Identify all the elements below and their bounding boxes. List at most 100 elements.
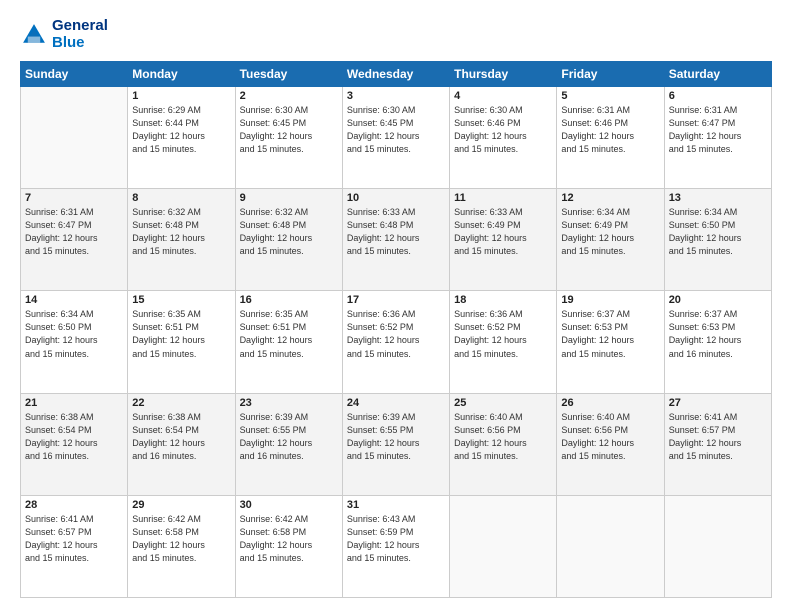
day-info: Sunrise: 6:37 AM Sunset: 6:53 PM Dayligh… <box>669 308 767 360</box>
day-number: 1 <box>132 90 230 102</box>
day-number: 12 <box>561 192 659 204</box>
day-info: Sunrise: 6:32 AM Sunset: 6:48 PM Dayligh… <box>132 206 230 258</box>
day-number: 10 <box>347 192 445 204</box>
day-info: Sunrise: 6:34 AM Sunset: 6:50 PM Dayligh… <box>669 206 767 258</box>
day-number: 11 <box>454 192 552 204</box>
calendar-cell: 13Sunrise: 6:34 AM Sunset: 6:50 PM Dayli… <box>664 189 771 291</box>
calendar-cell: 15Sunrise: 6:35 AM Sunset: 6:51 PM Dayli… <box>128 291 235 393</box>
day-number: 24 <box>347 397 445 409</box>
calendar-cell: 28 Sunrise: 6:41 AM Sunset: 6:57 PM Dayli… <box>21 495 128 597</box>
day-number: 29 <box>132 499 230 511</box>
calendar-cell: 27 Sunrise: 6:41 AM Sunset: 6:57 PM Dayli… <box>664 393 771 495</box>
day-info: Sunrise: 6:30 AM Sunset: 6:45 PM Dayligh… <box>240 104 338 156</box>
weekday-header-monday: Monday <box>128 62 235 87</box>
calendar-cell: 29 Sunrise: 6:42 AM Sunset: 6:58 PM Dayli… <box>128 495 235 597</box>
day-info: Sunrise: 6:29 AM Sunset: 6:44 PM Dayligh… <box>132 104 230 156</box>
day-number: 8 <box>132 192 230 204</box>
day-info: Sunrise: 6:40 AM Sunset: 6:56 PM Dayligh… <box>561 411 659 463</box>
day-info: Sunrise: 6:32 AM Sunset: 6:48 PM Dayligh… <box>240 206 338 258</box>
day-number: 16 <box>240 294 338 306</box>
day-info: Sunrise: 6:30 AM Sunset: 6:45 PM Dayligh… <box>347 104 445 156</box>
weekday-header-sunday: Sunday <box>21 62 128 87</box>
day-info: Sunrise: 6:42 AM Sunset: 6:58 PM Dayligh… <box>240 513 338 565</box>
day-number: 6 <box>669 90 767 102</box>
day-info: Sunrise: 6:36 AM Sunset: 6:52 PM Dayligh… <box>347 308 445 360</box>
page: General Blue SundayMondayTuesdayWednesda… <box>0 0 792 612</box>
week-row-5: 28 Sunrise: 6:41 AM Sunset: 6:57 PM Dayli… <box>21 495 772 597</box>
day-number: 9 <box>240 192 338 204</box>
day-info: Sunrise: 6:31 AM Sunset: 6:46 PM Dayligh… <box>561 104 659 156</box>
day-info: Sunrise: 6:39 AM Sunset: 6:55 PM Dayligh… <box>240 411 338 463</box>
day-number: 7 <box>25 192 123 204</box>
day-info: Sunrise: 6:40 AM Sunset: 6:56 PM Dayligh… <box>454 411 552 463</box>
calendar-cell: 22 Sunrise: 6:38 AM Sunset: 6:54 PM Dayli… <box>128 393 235 495</box>
weekday-header-wednesday: Wednesday <box>342 62 449 87</box>
calendar-cell: 31Sunrise: 6:43 AM Sunset: 6:59 PM Dayli… <box>342 495 449 597</box>
day-info: Sunrise: 6:41 AM Sunset: 6:57 PM Dayligh… <box>25 513 123 565</box>
day-info: Sunrise: 6:34 AM Sunset: 6:50 PM Dayligh… <box>25 308 123 360</box>
calendar-cell: 4Sunrise: 6:30 AM Sunset: 6:46 PM Daylig… <box>450 87 557 189</box>
calendar-cell: 6 Sunrise: 6:31 AM Sunset: 6:47 PM Daylig… <box>664 87 771 189</box>
logo-icon <box>20 21 48 49</box>
day-number: 27 <box>669 397 767 409</box>
calendar-cell <box>21 87 128 189</box>
calendar-cell: 14 Sunrise: 6:34 AM Sunset: 6:50 PM Dayli… <box>21 291 128 393</box>
day-number: 14 <box>25 294 123 306</box>
calendar-cell: 7Sunrise: 6:31 AM Sunset: 6:47 PM Daylig… <box>21 189 128 291</box>
week-row-2: 7Sunrise: 6:31 AM Sunset: 6:47 PM Daylig… <box>21 189 772 291</box>
calendar-cell: 11 Sunrise: 6:33 AM Sunset: 6:49 PM Dayli… <box>450 189 557 291</box>
day-info: Sunrise: 6:39 AM Sunset: 6:55 PM Dayligh… <box>347 411 445 463</box>
day-info: Sunrise: 6:31 AM Sunset: 6:47 PM Dayligh… <box>669 104 767 156</box>
header: General Blue <box>20 18 772 51</box>
week-row-1: 1 Sunrise: 6:29 AM Sunset: 6:44 PM Daylig… <box>21 87 772 189</box>
calendar-cell: 8 Sunrise: 6:32 AM Sunset: 6:48 PM Daylig… <box>128 189 235 291</box>
day-number: 26 <box>561 397 659 409</box>
calendar-cell: 23 Sunrise: 6:39 AM Sunset: 6:55 PM Dayli… <box>235 393 342 495</box>
calendar-cell: 2Sunrise: 6:30 AM Sunset: 6:45 PM Daylig… <box>235 87 342 189</box>
day-number: 23 <box>240 397 338 409</box>
day-info: Sunrise: 6:33 AM Sunset: 6:48 PM Dayligh… <box>347 206 445 258</box>
calendar-cell <box>664 495 771 597</box>
day-number: 4 <box>454 90 552 102</box>
calendar-cell: 18Sunrise: 6:36 AM Sunset: 6:52 PM Dayli… <box>450 291 557 393</box>
day-info: Sunrise: 6:42 AM Sunset: 6:58 PM Dayligh… <box>132 513 230 565</box>
day-number: 25 <box>454 397 552 409</box>
weekday-header-tuesday: Tuesday <box>235 62 342 87</box>
calendar-cell: 24 Sunrise: 6:39 AM Sunset: 6:55 PM Dayli… <box>342 393 449 495</box>
calendar-cell: 12Sunrise: 6:34 AM Sunset: 6:49 PM Dayli… <box>557 189 664 291</box>
calendar-cell: 20 Sunrise: 6:37 AM Sunset: 6:53 PM Dayli… <box>664 291 771 393</box>
calendar-table: SundayMondayTuesdayWednesdayThursdayFrid… <box>20 61 772 598</box>
calendar-cell: 21Sunrise: 6:38 AM Sunset: 6:54 PM Dayli… <box>21 393 128 495</box>
day-number: 17 <box>347 294 445 306</box>
day-number: 28 <box>25 499 123 511</box>
logo-text: General Blue <box>52 18 108 51</box>
day-info: Sunrise: 6:33 AM Sunset: 6:49 PM Dayligh… <box>454 206 552 258</box>
day-number: 22 <box>132 397 230 409</box>
calendar-cell: 26 Sunrise: 6:40 AM Sunset: 6:56 PM Dayli… <box>557 393 664 495</box>
calendar-cell: 30 Sunrise: 6:42 AM Sunset: 6:58 PM Dayli… <box>235 495 342 597</box>
day-info: Sunrise: 6:43 AM Sunset: 6:59 PM Dayligh… <box>347 513 445 565</box>
day-info: Sunrise: 6:41 AM Sunset: 6:57 PM Dayligh… <box>669 411 767 463</box>
calendar-cell: 17 Sunrise: 6:36 AM Sunset: 6:52 PM Dayli… <box>342 291 449 393</box>
day-info: Sunrise: 6:37 AM Sunset: 6:53 PM Dayligh… <box>561 308 659 360</box>
day-number: 30 <box>240 499 338 511</box>
calendar-cell: 10 Sunrise: 6:33 AM Sunset: 6:48 PM Dayli… <box>342 189 449 291</box>
calendar-cell: 19 Sunrise: 6:37 AM Sunset: 6:53 PM Dayli… <box>557 291 664 393</box>
day-info: Sunrise: 6:38 AM Sunset: 6:54 PM Dayligh… <box>132 411 230 463</box>
day-number: 18 <box>454 294 552 306</box>
week-row-3: 14 Sunrise: 6:34 AM Sunset: 6:50 PM Dayli… <box>21 291 772 393</box>
calendar-cell: 16Sunrise: 6:35 AM Sunset: 6:51 PM Dayli… <box>235 291 342 393</box>
day-number: 20 <box>669 294 767 306</box>
day-number: 3 <box>347 90 445 102</box>
calendar-cell <box>557 495 664 597</box>
calendar-cell <box>450 495 557 597</box>
day-number: 5 <box>561 90 659 102</box>
calendar-cell: 5 Sunrise: 6:31 AM Sunset: 6:46 PM Daylig… <box>557 87 664 189</box>
week-row-4: 21 Sunrise: 6:38 AM Sunset: 6:54 PM Dayli… <box>21 393 772 495</box>
calendar-cell: 25 Sunrise: 6:40 AM Sunset: 6:56 PM Dayli… <box>450 393 557 495</box>
weekday-header-saturday: Saturday <box>664 62 771 87</box>
day-number: 21 <box>25 397 123 409</box>
calendar-cell: 1 Sunrise: 6:29 AM Sunset: 6:44 PM Daylig… <box>128 87 235 189</box>
day-info: Sunrise: 6:35 AM Sunset: 6:51 PM Dayligh… <box>132 308 230 360</box>
day-number: 19 <box>561 294 659 306</box>
